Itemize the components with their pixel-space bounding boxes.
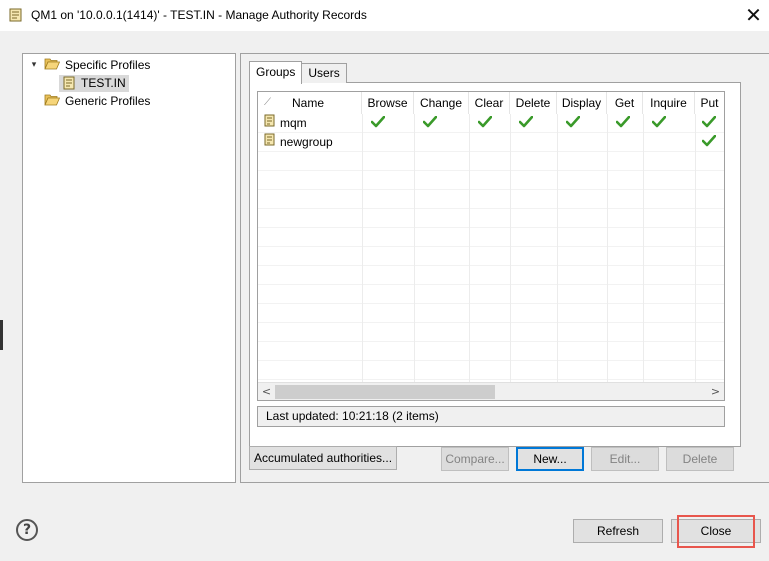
refresh-button[interactable]: Refresh <box>573 519 663 543</box>
permission-granted-icon <box>478 116 492 128</box>
sort-icon: ⟋ <box>264 97 271 108</box>
tree-item-generic-profiles[interactable]: Generic Profiles <box>44 92 150 110</box>
permission-granted-icon <box>652 116 666 128</box>
column-header-browse[interactable]: Browse <box>362 92 414 114</box>
permission-granted-icon <box>702 116 716 128</box>
folder-open-icon <box>44 93 61 109</box>
column-header-inquire[interactable]: Inquire <box>643 92 695 114</box>
folder-open-icon <box>44 57 61 73</box>
group-name-cell[interactable]: newgroup <box>263 133 333 152</box>
tab-bar: Groups Users <box>249 61 347 84</box>
table-row <box>258 247 724 266</box>
column-header-clear[interactable]: Clear <box>469 92 510 114</box>
left-edge-marker <box>0 320 3 350</box>
table-row <box>258 342 724 361</box>
table-row <box>258 171 724 190</box>
scroll-left-icon[interactable]: < <box>258 383 275 400</box>
scroll-right-icon[interactable]: > <box>707 383 724 400</box>
column-divider <box>362 114 363 382</box>
status-bar: Last updated: 10:21:18 (2 items) <box>257 406 725 427</box>
chevron-down-icon[interactable]: ▾ <box>29 60 39 70</box>
compare-button[interactable]: Compare... <box>441 447 509 471</box>
column-divider <box>510 114 511 382</box>
table-body: mqm newgroup <box>258 114 724 384</box>
delete-button[interactable]: Delete <box>666 447 734 471</box>
authority-records-icon <box>8 7 24 26</box>
window-title: QM1 on '10.0.0.1(1414)' - TEST.IN - Mana… <box>31 8 367 22</box>
column-divider <box>557 114 558 382</box>
profile-tree: ▾ Specific Profiles TEST.IN Generic Prof… <box>22 53 236 483</box>
column-header-put[interactable]: Put <box>695 92 724 114</box>
scrollbar-thumb[interactable] <box>275 385 495 399</box>
close-button[interactable]: Close <box>671 519 761 543</box>
tree-item-label: TEST.IN <box>81 76 126 90</box>
column-header-delete[interactable]: Delete <box>510 92 557 114</box>
permission-granted-icon <box>702 135 716 147</box>
accumulated-authorities-button[interactable]: Accumulated authorities... <box>249 446 397 470</box>
group-icon <box>263 133 277 153</box>
tree-item-label: Generic Profiles <box>65 94 151 108</box>
group-name-label: newgroup <box>280 135 333 149</box>
close-window-icon[interactable]: ✕ <box>738 2 769 29</box>
permission-granted-icon <box>423 116 437 128</box>
new-button[interactable]: New... <box>516 447 584 471</box>
table-row <box>258 152 724 171</box>
title-bar: QM1 on '10.0.0.1(1414)' - TEST.IN - Mana… <box>0 0 769 31</box>
tree-item-label: Specific Profiles <box>65 58 151 72</box>
column-divider <box>414 114 415 382</box>
group-name-cell[interactable]: mqm <box>263 114 307 133</box>
tree-item-test-in[interactable]: TEST.IN <box>59 74 129 92</box>
column-divider <box>695 114 696 382</box>
column-header-change[interactable]: Change <box>414 92 469 114</box>
help-icon[interactable]: ? <box>16 519 38 541</box>
table-row <box>258 266 724 285</box>
column-header-get[interactable]: Get <box>607 92 643 114</box>
permission-granted-icon <box>616 116 630 128</box>
group-icon <box>263 114 277 134</box>
table-row <box>258 285 724 304</box>
groups-table[interactable]: ⟋ Name Browse Change Clear Delete Displa… <box>257 91 725 401</box>
column-divider <box>469 114 470 382</box>
tree-item-selection: TEST.IN <box>59 74 129 92</box>
permission-granted-icon <box>519 116 533 128</box>
tab-groups[interactable]: Groups <box>249 61 303 84</box>
tree-item-specific-profiles[interactable]: ▾ Specific Profiles <box>29 56 151 74</box>
table-header: ⟋ Name Browse Change Clear Delete Displa… <box>258 92 724 114</box>
table-row <box>258 304 724 323</box>
permission-granted-icon <box>371 116 385 128</box>
table-row <box>258 323 724 342</box>
edit-button[interactable]: Edit... <box>591 447 659 471</box>
table-row <box>258 361 724 380</box>
column-divider <box>607 114 608 382</box>
group-name-label: mqm <box>280 116 307 130</box>
profile-icon <box>62 76 77 91</box>
horizontal-scrollbar[interactable]: < > <box>258 382 724 400</box>
table-row <box>258 209 724 228</box>
column-divider <box>643 114 644 382</box>
table-row <box>258 228 724 247</box>
column-header-display[interactable]: Display <box>557 92 607 114</box>
table-row <box>258 190 724 209</box>
permission-granted-icon <box>566 116 580 128</box>
column-header-name[interactable]: ⟋ Name <box>258 92 362 114</box>
tab-users[interactable]: Users <box>301 63 347 83</box>
